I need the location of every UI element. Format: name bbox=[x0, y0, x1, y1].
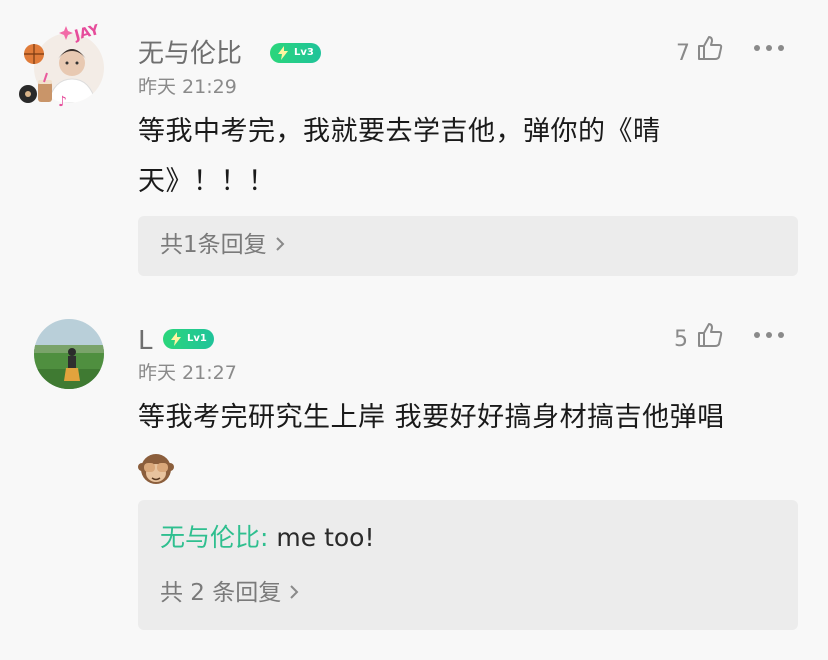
avatar-frame-decoration: JAY ♪ bbox=[19, 22, 102, 110]
lightning-icon bbox=[278, 46, 288, 60]
username[interactable]: L bbox=[138, 328, 153, 354]
comment-text: 等我中考完，我就要去学吉他，弹你的《晴天》！！！ bbox=[138, 116, 661, 197]
replies-summary[interactable]: 共 2 条回复 bbox=[160, 582, 299, 605]
replies-summary[interactable]: 共1条回复 bbox=[160, 234, 285, 257]
timestamp: 昨天 21:27 bbox=[138, 362, 237, 384]
like-count: 7 bbox=[676, 41, 690, 66]
reply-author[interactable]: 无与伦比: bbox=[160, 523, 268, 552]
comment-text-content: 等我考完研究生上岸 我要好好搞身材搞吉他弹唱 bbox=[138, 402, 725, 433]
user-avatar[interactable] bbox=[34, 319, 104, 389]
lightning-icon bbox=[171, 332, 181, 346]
timestamp: 昨天 21:29 bbox=[138, 76, 237, 98]
more-options-icon[interactable] bbox=[752, 43, 786, 53]
username[interactable]: 无与伦比 bbox=[138, 41, 242, 67]
thumbs-up-icon[interactable] bbox=[696, 34, 724, 62]
replies-box[interactable]: 共1条回复 bbox=[138, 216, 798, 276]
level-badge: Lv1 bbox=[163, 329, 214, 349]
chevron-right-icon bbox=[275, 236, 285, 251]
comment-item: JAY ♪ 无与伦比 Lv3 昨天 21:29 7 等我中考完，我就要去学吉他，… bbox=[0, 0, 828, 300]
more-options-icon[interactable] bbox=[752, 330, 786, 340]
level-text: Lv1 bbox=[187, 333, 207, 344]
svg-text:♪: ♪ bbox=[58, 94, 67, 110]
reply-content: me too! bbox=[268, 523, 375, 552]
replies-box[interactable]: 无与伦比: me too! 共 2 条回复 bbox=[138, 500, 798, 630]
level-badge: Lv3 bbox=[270, 43, 321, 63]
like-count: 5 bbox=[674, 327, 688, 352]
chevron-right-icon bbox=[290, 584, 299, 599]
level-text: Lv3 bbox=[294, 47, 314, 58]
see-no-evil-monkey-icon bbox=[138, 453, 174, 484]
reply-preview[interactable]: 无与伦比: me too! bbox=[160, 525, 374, 550]
comment-text: 等我考完研究生上岸 我要好好搞身材搞吉他弹唱 bbox=[138, 393, 798, 493]
replies-count-label: 共1条回复 bbox=[160, 232, 267, 258]
svg-text:JAY: JAY bbox=[72, 22, 102, 44]
comment-item: L Lv1 昨天 21:27 5 等我考完研究生上岸 我要好好搞身材搞吉他弹唱 … bbox=[0, 300, 828, 660]
thumbs-up-icon[interactable] bbox=[696, 321, 724, 349]
replies-count-label: 共 2 条回复 bbox=[160, 580, 282, 606]
